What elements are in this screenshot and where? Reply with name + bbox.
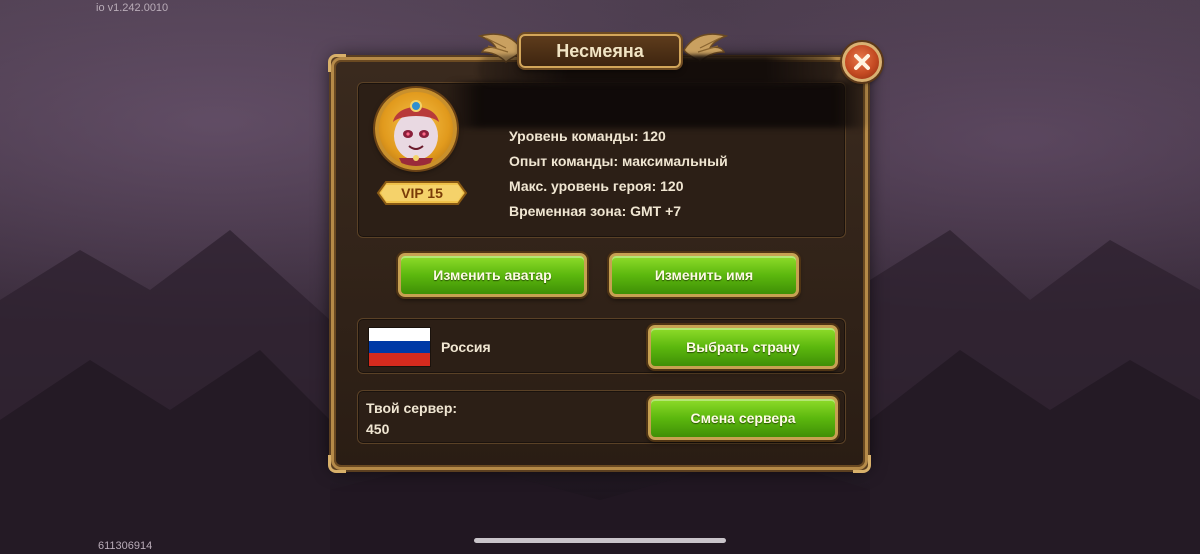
- russia-flag-icon: [368, 327, 431, 367]
- stat-team-exp: Опыт команды: максимальный: [509, 153, 728, 169]
- profile-stats: Уровень команды: 120 Опыт команды: макси…: [509, 124, 728, 224]
- home-indicator[interactable]: [474, 538, 726, 543]
- stat-timezone: Временная зона: GMT +7: [509, 203, 682, 219]
- frame-corner: [853, 455, 871, 473]
- dialog-title: Несмеяна: [519, 34, 681, 68]
- flag-stripe: [369, 328, 430, 341]
- frame-corner: [328, 455, 346, 473]
- change-server-button[interactable]: Смена сервера: [648, 396, 838, 440]
- change-name-button[interactable]: Изменить имя: [609, 253, 799, 297]
- stat-max-hero-level: Макс. уровень героя: 120: [509, 178, 684, 194]
- flag-stripe: [369, 353, 430, 366]
- user-id-label: 611306914: [98, 540, 153, 552]
- vip-level: VIP 15: [401, 185, 443, 201]
- vip-badge: VIP 15: [376, 179, 468, 207]
- frame-corner: [328, 54, 346, 72]
- country-name: Россия: [441, 339, 491, 355]
- avatar[interactable]: [375, 88, 457, 170]
- server-value: 450: [366, 421, 390, 437]
- flag-stripe: [369, 340, 430, 354]
- hero-portrait-icon: [393, 100, 439, 166]
- redacted-area: [445, 82, 870, 128]
- close-x-icon: [854, 54, 870, 70]
- version-label: io v1.242.0010: [96, 2, 169, 14]
- change-avatar-button[interactable]: Изменить аватар: [398, 253, 587, 297]
- select-country-button[interactable]: Выбрать страну: [648, 325, 838, 369]
- server-label: Твой сервер:: [366, 400, 458, 416]
- stat-team-level: Уровень команды: 120: [509, 128, 666, 144]
- close-button[interactable]: [842, 42, 882, 82]
